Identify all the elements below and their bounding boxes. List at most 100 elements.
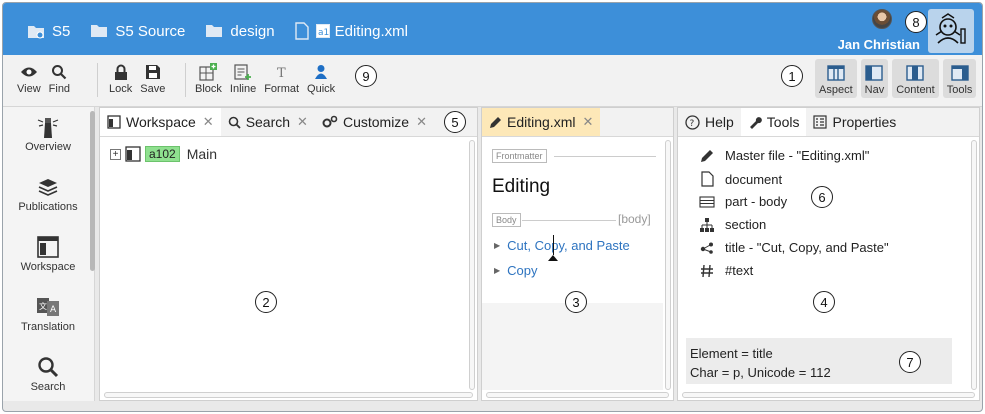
tool-row-master-file[interactable]: Master file - "Editing.xml" (698, 148, 869, 163)
callout-5: 5 (444, 111, 466, 133)
left-nav: Overview Publications Workspace 文A Trans… (3, 107, 95, 401)
hash-icon (701, 264, 713, 277)
editor-vscrollbar[interactable] (665, 140, 671, 390)
tool-row-label: section (725, 217, 767, 232)
save-icon (145, 65, 160, 79)
tools-hscrollbar[interactable] (682, 392, 975, 398)
nav-overview[interactable]: Overview (3, 113, 93, 153)
document-bottom-area (482, 303, 663, 390)
tool-row-label: Master file - "Editing.xml" (725, 148, 870, 163)
nav-search[interactable]: Search (3, 353, 93, 393)
callout-3: 3 (565, 291, 587, 313)
part-icon (699, 195, 715, 208)
tab-properties[interactable]: Properties (806, 108, 903, 136)
tab-help[interactable]: ? Help (678, 108, 741, 136)
workspace-panel: Workspace ✕ Search ✕ Customize ✕ 5 + a10… (99, 107, 478, 401)
avatar (872, 9, 892, 29)
nav-translation[interactable]: 文A Translation (3, 293, 93, 333)
nav-overview-label: Overview (25, 141, 71, 153)
tab-workspace-label: Workspace (126, 114, 196, 130)
save-button[interactable]: Save (136, 61, 169, 95)
editor-hscrollbar[interactable] (486, 392, 669, 398)
section-link[interactable]: ▶ Cut, Copy, and Paste (494, 238, 630, 253)
text-cursor (553, 235, 554, 255)
top-bar: S5 S5 Source design a1 Editing.xml Jan C… (3, 3, 982, 55)
inline-button[interactable]: Inline (226, 61, 260, 95)
tab-search[interactable]: Search ✕ (221, 108, 315, 136)
tool-row-label: #text (725, 263, 754, 278)
frontmatter-label: Frontmatter (492, 149, 547, 163)
tool-row-section[interactable]: section (698, 217, 766, 232)
close-icon[interactable]: ✕ (416, 114, 427, 130)
assistant-button[interactable] (928, 9, 974, 53)
breadcrumb-design[interactable]: design (205, 22, 275, 40)
body-label: Body (492, 213, 521, 227)
tools-view-button[interactable]: Tools (942, 59, 977, 98)
expand-icon[interactable]: + (110, 148, 121, 160)
tool-row-text[interactable]: #text (698, 263, 753, 278)
tool-row-title[interactable]: title - "Cut, Copy, and Paste" (698, 240, 889, 255)
layout-icon (906, 65, 925, 81)
svg-text:?: ? (690, 119, 695, 129)
tab-customize-label: Customize (342, 114, 410, 130)
close-icon[interactable]: ✕ (582, 114, 593, 130)
format-label: Format (264, 83, 300, 95)
tab-editing-xml[interactable]: Editing.xml ✕ (482, 108, 601, 136)
translate-icon: 文A (37, 298, 59, 316)
callout-2: 2 (255, 291, 277, 313)
find-button[interactable]: Find (45, 61, 74, 95)
workspace-icon (125, 146, 141, 162)
section-link[interactable]: ▶ Copy (494, 263, 538, 278)
tree-item-main[interactable]: + a102 Main (110, 146, 217, 162)
breadcrumb-label: Editing.xml (334, 22, 408, 40)
tools-vscrollbar[interactable] (971, 140, 977, 390)
close-icon[interactable]: ✕ (297, 114, 308, 130)
format-button[interactable]: T Format (260, 61, 303, 95)
workspace-vscrollbar[interactable] (469, 140, 475, 390)
content-view-button[interactable]: Content (892, 59, 939, 98)
nav-scrollbar[interactable] (90, 111, 95, 271)
svg-text:T: T (277, 66, 286, 80)
tab-customize[interactable]: Customize ✕ (315, 108, 434, 136)
document-title[interactable]: Editing (492, 176, 550, 198)
collapse-triangle-icon[interactable]: ▶ (494, 266, 500, 275)
database-folder-icon (28, 26, 44, 39)
breadcrumb-label: design (230, 22, 275, 40)
save-label: Save (140, 83, 166, 95)
tab-search-label: Search (245, 114, 291, 130)
breadcrumb-s5-source[interactable]: S5 Source (90, 23, 185, 40)
workspace-hscrollbar[interactable] (104, 392, 473, 398)
tab-tools[interactable]: Tools (740, 108, 807, 136)
aspect-view-button[interactable]: Aspect (815, 59, 857, 98)
tool-row-part[interactable]: part - body (698, 194, 787, 209)
tool-row-label: document (725, 171, 783, 187)
layout-icon (865, 65, 884, 81)
search-icon (52, 65, 67, 80)
section-link-label[interactable]: Cut, Copy, and Paste (507, 238, 630, 253)
app-window: S5 S5 Source design a1 Editing.xml Jan C… (2, 2, 983, 412)
nav-view-button[interactable]: Nav (860, 59, 889, 98)
tab-properties-label: Properties (832, 114, 897, 130)
breadcrumb-s5[interactable]: S5 (27, 23, 70, 40)
nav-workspace[interactable]: Workspace (3, 233, 93, 273)
properties-icon (813, 115, 828, 129)
breadcrumb-editing-xml[interactable]: a1 Editing.xml (294, 22, 408, 40)
toolbar: View Find Lock Save Block Inline T Forma… (3, 55, 982, 107)
stack-icon (38, 179, 58, 196)
collapse-triangle-icon[interactable]: ▶ (494, 241, 500, 250)
nav-publications[interactable]: Publications (3, 173, 93, 213)
block-button[interactable]: Block (191, 61, 226, 95)
toolbar-divider (185, 63, 186, 97)
tab-workspace[interactable]: Workspace ✕ (100, 108, 221, 136)
section-link-label[interactable]: Copy (507, 263, 537, 278)
lock-button[interactable]: Lock (105, 61, 136, 95)
quick-button[interactable]: Quick (303, 61, 339, 95)
callout-1: 1 (781, 65, 803, 87)
lock-label: Lock (109, 83, 133, 95)
tool-row-document[interactable]: document (698, 171, 782, 187)
search-icon (38, 357, 59, 378)
close-icon[interactable]: ✕ (203, 114, 214, 130)
block-insert-icon (199, 63, 218, 81)
view-button[interactable]: View (13, 61, 45, 95)
editor-panel: Editing.xml ✕ Frontmatter Editing Body [… (481, 107, 674, 401)
